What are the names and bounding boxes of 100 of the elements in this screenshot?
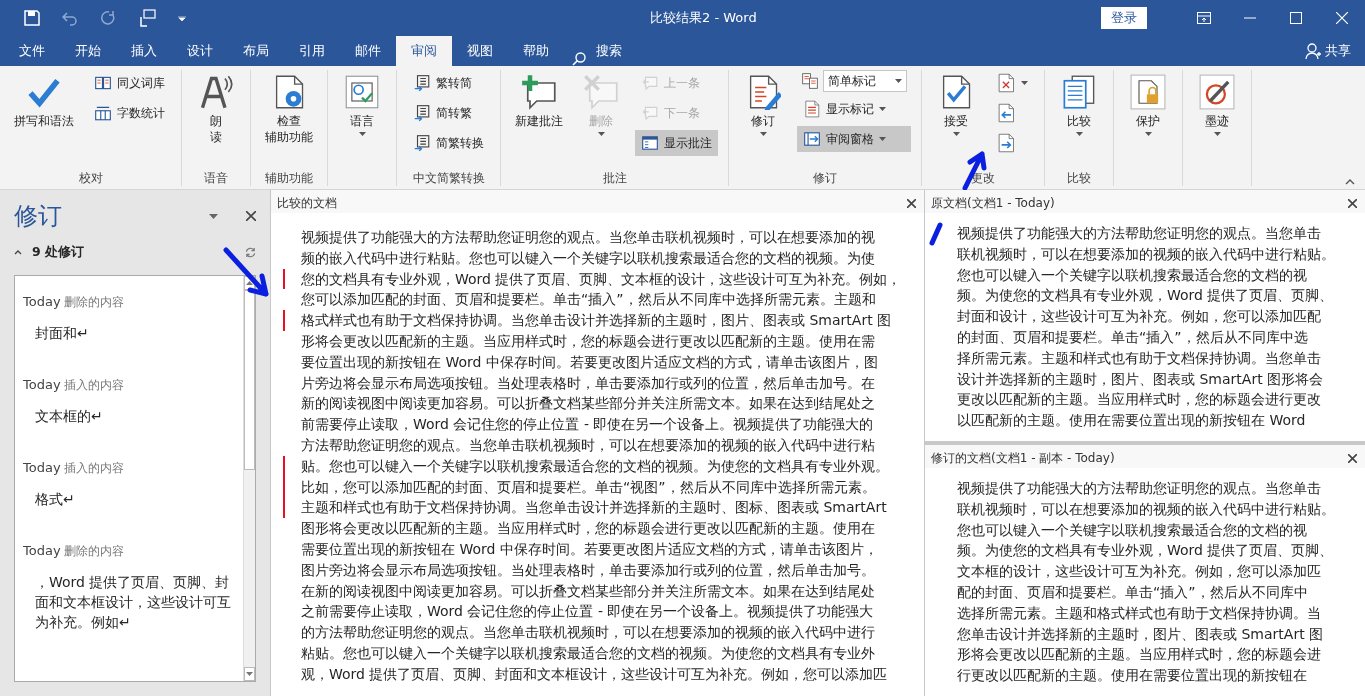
sound-icon [198,74,234,110]
ribbon-button[interactable]: 比较 [1055,70,1103,140]
sign-in-button[interactable]: 登录 [1101,7,1147,29]
ribbon-button[interactable]: 简转繁 [407,100,490,126]
ribbon-button[interactable]: 语言 [338,70,386,140]
search-icon[interactable] [572,52,586,66]
document-line: 配的封面、页眉和提要栏。单击“插入”，然后从不同库中 [957,583,1309,602]
group-label: 修订 [812,170,838,186]
tell-me-search[interactable]: 搜索 [586,36,632,66]
down-arrow-icon [246,672,253,676]
document-line: 观，Word 提供了页眉、页脚、封面和文本框设计，这些设计可互为补充。例如，您可以添加匹 [300,664,888,684]
ribbon-button[interactable]: 显示批注 [635,130,718,156]
ribbon-tab[interactable]: 设计 [172,36,228,66]
scroll-thumb[interactable] [244,290,255,470]
document-line: 在新的阅读视图中阅读更加容易。可以折叠文档某些部分并关注所需文本。如果在达到结尾处 [300,581,875,601]
ribbon-button[interactable]: 新建批注 [511,70,567,133]
customize-caret-icon[interactable] [178,15,186,21]
document-line: 您可以添加匹配的封面、页眉和提要栏。单击“插入”，然后从不同库中选择所需元素。主题和 [300,290,876,310]
scroll-up-button[interactable] [244,276,255,290]
documents-icon [1061,74,1097,110]
ribbon-tab[interactable]: 文件 [4,36,60,66]
document-line: 格式样式也有助于文档保持协调。当您单击设计并选择新的主题时，图片、图表或 SmartArt 图 [283,310,892,331]
ribbon-button[interactable]: 墨迹 [1193,70,1241,140]
ribbon-tab[interactable]: 邮件 [340,36,396,66]
document-line: 的方法帮助您证明您的观点。当您单击联机视频时，可以在想要添加的视频的嵌入代码中进行 [300,623,875,643]
up-arrow-icon [246,281,253,285]
pane-title: 原文档(文档1 - Today) [931,194,1055,212]
caret-icon [597,132,605,136]
document-line: 形将会更改以匹配新的主题。当应用样式时，您的标题会进 [957,645,1322,665]
revision-author: Today [23,543,61,558]
document-line: 您单击设计并选择新的主题时，图片、图表或 SmartArt 图 [957,624,1325,644]
document-line: 视频提供了功能强大的方法帮助您证明您的观点。当您单击联机视频时，可以在想要添加的视 [300,228,875,247]
ribbon-button[interactable]: 修订 [739,70,787,140]
panel-icon [641,134,659,152]
ribbon-button[interactable]: 检查 辅助功能 [261,70,317,149]
document-line: 以匹配新的主题。使用在需要位置出现的新按钮在 Word [957,411,1307,431]
document-line: 图片旁边将会显示布局选项按钮。当处理表格时，单击要添加行或列的位置，然后单击加号。 [300,560,875,580]
document-line: 粘贴。您也可以键入一个关键字以联机搜索最适合您的文档的视频。为使您的文档具有专业外 [300,643,875,663]
ribbon-tab[interactable]: 审阅 [396,36,452,66]
document-line: 之前需要停止读取，Word 会记住您的停止位置 - 即使在另一个设备上。视频提供了功能强大 [300,602,874,622]
ribbon-tab[interactable]: 引用 [284,36,340,66]
ribbon-button[interactable]: 简繁转换 [407,130,490,156]
collapse-icon[interactable] [14,250,22,255]
revision-text[interactable]: 格式↵ [23,489,235,509]
pane-title: 修订 [14,201,63,232]
share-button[interactable]: 共享 [1291,36,1365,66]
ribbon-tab[interactable]: 开始 [60,36,116,66]
document-line: 新的阅读视图中阅读更加容易。可以折叠文档某些部分并关注所需文本。如果在达到结尾处之 [300,394,875,414]
close-icon[interactable] [1348,198,1357,208]
collapse-ribbon-icon[interactable] [1345,179,1355,185]
undo-icon[interactable] [62,10,78,26]
save-icon[interactable] [24,10,40,26]
ribbon-button[interactable]: 审阅窗格 [797,126,911,152]
redo-icon[interactable] [100,10,116,26]
revision-text[interactable]: ，Word 提供了页眉、页脚、封面和文本框设计，这些设计可互为补充。例如↵ [23,572,235,632]
document-line: 的封面、页眉和提要栏。单击“插入”，然后从不同库中选 [957,328,1309,347]
ribbon-button[interactable]: 显示标记 [797,96,911,122]
revision-text[interactable]: 文本框的↵ [23,406,235,426]
refresh-icon[interactable] [245,247,256,258]
convert-icon [413,134,431,152]
pen-icon [1199,74,1235,110]
revision-type: 插入的内容 [64,378,125,392]
caret-icon[interactable] [209,213,218,219]
window-title: 比较结果2 - Word [649,9,758,27]
ribbon-tab[interactable]: 布局 [228,36,284,66]
caret-icon [952,132,960,136]
ribbon-button[interactable]: 繁转简 [407,70,490,96]
ribbon-button[interactable]: 朗 读 [192,70,240,149]
person-add-icon [1305,43,1321,59]
document-line: 设计并选择新的主题时，图片、图表或 SmartArt 图形将会 [957,369,1325,389]
scroll-down-button[interactable] [244,667,255,681]
close-icon[interactable] [246,211,256,221]
comment-arrow-icon [641,104,659,122]
document-line: 行更改以匹配新的主题。使用在需要位置出现的新按钮在 [957,666,1308,686]
ribbon-button[interactable]: 保护 [1124,70,1172,140]
doc-left-icon [996,103,1016,123]
touch-mode-icon[interactable] [138,9,156,27]
caret-icon [358,132,366,136]
annotation-arrow [222,246,272,300]
markup-dropdown[interactable]: 简单标记 [823,70,907,92]
caret-icon [759,132,767,136]
ribbon-tab[interactable]: 帮助 [508,36,564,66]
document-line: 前需要停止读取，Word 会记住您的停止位置 - 即使在另一个设备上。视频提供了功能强大的 [300,415,874,435]
doc-lock-icon [1130,74,1166,110]
ribbon-button[interactable]: 接受 [932,70,980,140]
caret-icon [1213,132,1221,136]
group-label: 辅助功能 [264,170,314,186]
ribbon-button[interactable]: 字数统计 [88,100,171,126]
ribbon-button[interactable]: 同义词库 [88,70,171,96]
document-line: 您也可以键入一个关键字以联机搜索最适合您的文档的视 [957,520,1308,540]
close-icon[interactable] [1348,453,1357,463]
caret-icon [895,79,902,83]
close-icon[interactable] [907,198,916,208]
document-line: 要位置出现的新按钮在 Word 中保存时间。若要更改图片适应文档的方式，请单击该图片，图 [300,352,878,372]
ribbon-button[interactable]: 拼写和语法 [10,70,78,133]
revision-text[interactable]: 封面和↵ [23,323,235,343]
ribbon-tab[interactable]: 视图 [452,36,508,66]
caret-icon [1021,81,1028,85]
document-line: 贴。您也可以键入一个关键字以联机搜索最适合您的文档的视频。为使您的文档具有专业外观。 [283,455,889,477]
ribbon-tab[interactable]: 插入 [116,36,172,66]
